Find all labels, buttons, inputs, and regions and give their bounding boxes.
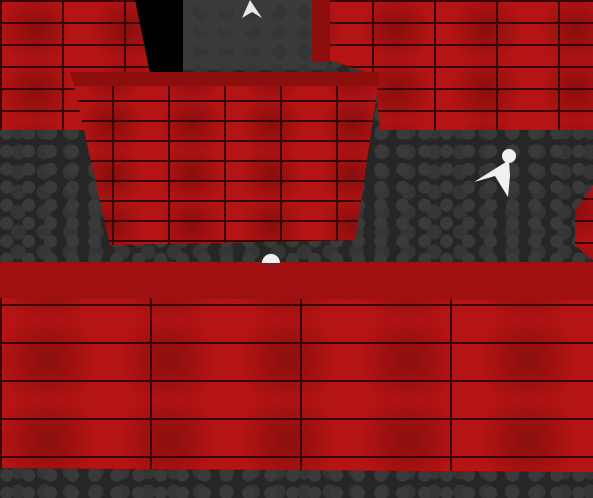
ghost-right: [474, 149, 516, 197]
ghosts: [242, 0, 516, 263]
ghost-behind-wall: [262, 254, 280, 263]
ghost-far: [242, 0, 262, 18]
